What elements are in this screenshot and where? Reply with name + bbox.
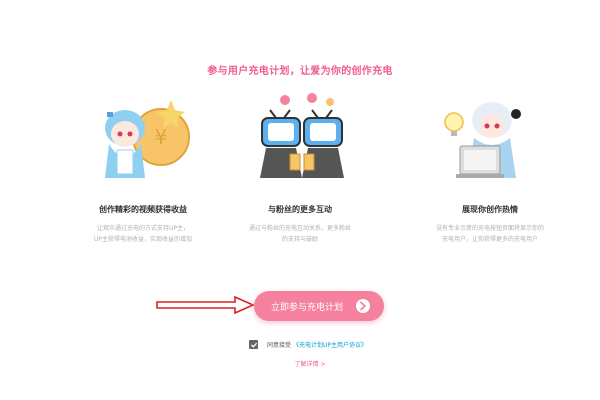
- feature-description-line: 通过与粉丝的充电互动关系，更多粉丝: [248, 225, 351, 232]
- feature-title: 创作精彩的视频获得收益: [99, 205, 187, 214]
- page-title: 参与用户充电计划，让爱为你的创作充电: [207, 66, 393, 77]
- feature-title: 与粉丝的更多互动: [268, 205, 332, 214]
- feature-description-line: 让观众通过充电的方式支持UP主，: [96, 225, 189, 232]
- annotation-arrow: [156, 296, 255, 314]
- anime-girl-at-laptop-illustration: [444, 102, 521, 178]
- feature-description: 通过与粉丝的充电互动关系，更多粉丝 的支持与鼓励: [215, 223, 385, 245]
- agreement-checkbox[interactable]: [249, 340, 258, 349]
- learn-more-link[interactable]: 了解详情 >: [0, 359, 600, 368]
- svg-text:¥: ¥: [155, 125, 168, 149]
- tv-mascots-cheers-illustration: [260, 93, 344, 178]
- checkmark-icon: [250, 342, 257, 348]
- feature-interaction: 与粉丝的更多互动 通过与粉丝的充电互动关系，更多粉丝 的支持与鼓励: [215, 92, 385, 245]
- feature-description-line: 充电用户，让你获得更多的充电用户: [441, 236, 538, 243]
- feature-showcase: 展现你创作热情 没有专业示意的充电按钮页面将显示你的 充电用户，让你获得更多的充…: [405, 92, 575, 245]
- anime-girl-with-coin-illustration: ¥: [105, 100, 190, 178]
- feature-description-line: 没有专业示意的充电按钮页面将显示你的: [435, 225, 544, 232]
- feature-description-line: 的支持与鼓励: [281, 236, 318, 243]
- join-charging-plan-button[interactable]: 立即参与充电计划: [254, 291, 384, 321]
- agreement-text: 同意接受: [267, 342, 292, 349]
- feature-earnings: ¥ 创作精彩的视频获得收益 让观众通过充电的方式支持UP主， UP主获得电池收益…: [58, 92, 228, 245]
- feature-description-line: UP主获得电池收益，实现收益的增加: [93, 236, 192, 243]
- feature-title: 展现你创作热情: [462, 205, 518, 214]
- agreement-row: 同意接受 《充电计划UP主用户协议》: [249, 340, 367, 349]
- feature-description: 让观众通过充电的方式支持UP主， UP主获得电池收益，实现收益的增加: [58, 223, 228, 245]
- feature-description: 没有专业示意的充电按钮页面将显示你的 充电用户，让你获得更多的充电用户: [405, 223, 575, 245]
- join-charging-plan-label: 立即参与充电计划: [271, 302, 344, 313]
- arrow-right-circle-icon: [356, 299, 370, 313]
- agreement-link[interactable]: 《充电计划UP主用户协议》: [293, 340, 367, 349]
